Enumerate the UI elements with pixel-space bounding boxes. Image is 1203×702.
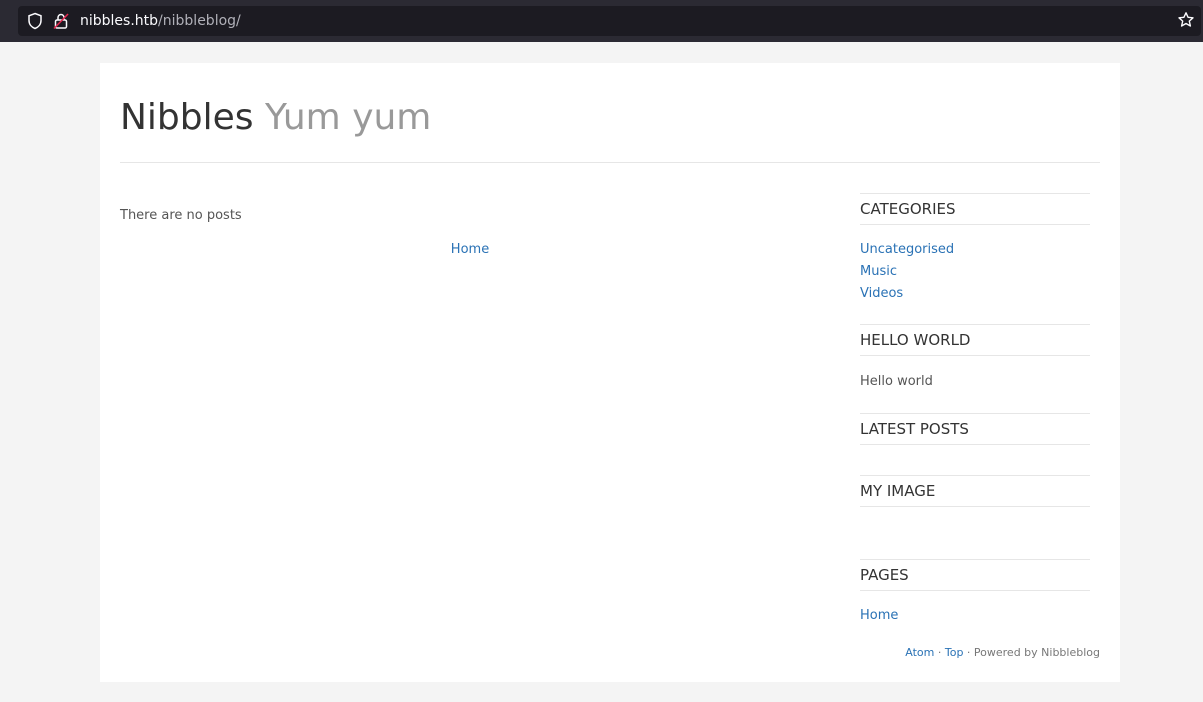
no-posts-message: There are no posts xyxy=(120,208,242,223)
categories-plugin: CATEGORIES Uncategorised Music Videos xyxy=(860,193,1090,305)
footer: Atom · Top · Powered by Nibbleblog xyxy=(905,646,1100,659)
list-item: Uncategorised xyxy=(860,239,1090,261)
pages-list: Home xyxy=(860,591,1090,627)
pager: Home xyxy=(120,238,820,257)
site-header: Nibbles Yum yum xyxy=(120,91,1100,163)
blog-page: Nibbles Yum yum There are no posts Home … xyxy=(100,63,1120,682)
pager-home-link[interactable]: Home xyxy=(451,242,489,257)
blog-slogan: Yum yum xyxy=(265,97,432,138)
latest-posts-heading: LATEST POSTS xyxy=(860,414,1090,445)
atom-feed-link[interactable]: Atom xyxy=(905,646,934,659)
blog-name: Nibbles xyxy=(120,97,254,138)
url-bar[interactable]: nibbles.htb/nibbleblog/ xyxy=(18,6,1201,36)
powered-by-text: · Powered by Nibbleblog xyxy=(963,646,1100,659)
insecure-lock-icon[interactable] xyxy=(53,12,69,30)
my-image-plugin: MY IMAGE xyxy=(860,475,1090,507)
list-item: Music xyxy=(860,261,1090,283)
hello-world-text: Hello world xyxy=(860,374,933,389)
list-item: Home xyxy=(860,605,1090,627)
footer-separator: · xyxy=(934,646,945,659)
url-text[interactable]: nibbles.htb/nibbleblog/ xyxy=(80,12,241,30)
shield-icon[interactable] xyxy=(26,12,44,30)
page-link-home[interactable]: Home xyxy=(860,608,898,623)
categories-list: Uncategorised Music Videos xyxy=(860,225,1090,305)
main-content: There are no posts Home xyxy=(120,207,820,257)
category-link-uncategorised[interactable]: Uncategorised xyxy=(860,242,954,257)
url-path: /nibbleblog/ xyxy=(158,13,241,29)
sidebar: CATEGORIES Uncategorised Music Videos HE… xyxy=(860,193,1090,627)
browser-toolbar: nibbles.htb/nibbleblog/ xyxy=(0,0,1203,42)
url-host: nibbles.htb xyxy=(80,13,159,29)
latest-posts-plugin: LATEST POSTS xyxy=(860,413,1090,445)
hello-world-heading: HELLO WORLD xyxy=(860,325,1090,356)
pages-plugin: PAGES Home xyxy=(860,559,1090,627)
hello-world-plugin: HELLO WORLD Hello world xyxy=(860,324,1090,393)
bookmark-star-icon[interactable] xyxy=(1177,11,1195,29)
pages-heading: PAGES xyxy=(860,560,1090,591)
my-image-heading: MY IMAGE xyxy=(860,476,1090,507)
top-link[interactable]: Top xyxy=(945,646,964,659)
categories-heading: CATEGORIES xyxy=(860,194,1090,225)
category-link-videos[interactable]: Videos xyxy=(860,286,903,301)
site-title: Nibbles Yum yum xyxy=(120,91,1100,145)
category-link-music[interactable]: Music xyxy=(860,264,897,279)
list-item: Videos xyxy=(860,283,1090,305)
